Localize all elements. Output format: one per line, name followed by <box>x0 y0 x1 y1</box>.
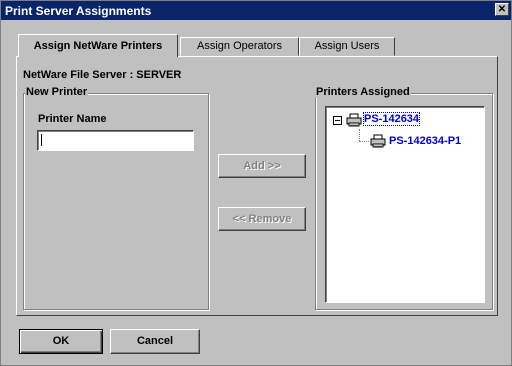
remove-button-label: << Remove <box>232 213 292 225</box>
add-button-label: Add >> <box>243 160 281 172</box>
printer-name-input[interactable] <box>37 130 194 151</box>
cancel-button-label: Cancel <box>136 335 174 347</box>
tab-assign-users[interactable]: Assign Users <box>299 37 395 56</box>
cancel-button[interactable]: Cancel <box>110 329 200 354</box>
remove-button[interactable]: << Remove <box>218 207 306 231</box>
new-printer-group-label: New Printer <box>25 86 89 98</box>
text-caret <box>41 134 42 146</box>
tab-assign-netware-printers[interactable]: Assign NetWare Printers <box>18 34 178 57</box>
printer-icon <box>370 134 386 148</box>
printer-name-label: Printer Name <box>38 113 107 125</box>
title-bar: Print Server Assignments ✕ <box>1 1 511 20</box>
new-printer-group <box>23 93 209 310</box>
server-label: NetWare File Server : SERVER <box>23 69 182 81</box>
ok-button-label: OK <box>52 335 70 347</box>
close-button[interactable]: ✕ <box>495 3 509 16</box>
tree-connector <box>359 141 369 142</box>
printers-assigned-group-label: Printers Assigned <box>315 86 411 98</box>
add-button[interactable]: Add >> <box>218 154 306 178</box>
tree-node-ps-142634[interactable]: PS-142634 <box>362 112 421 126</box>
close-icon: ✕ <box>497 4 507 15</box>
ok-button[interactable]: OK <box>19 329 103 354</box>
collapse-icon[interactable] <box>333 116 342 125</box>
tab-label: Assign Operators <box>197 40 282 52</box>
tree-connector <box>359 129 360 141</box>
printer-server-icon <box>346 113 362 127</box>
tab-assign-operators[interactable]: Assign Operators <box>180 37 299 56</box>
tab-label: Assign NetWare Printers <box>33 40 163 52</box>
print-server-assignments-dialog: Print Server Assignments ✕ Assign NetWar… <box>0 0 512 366</box>
printers-assigned-tree[interactable]: PS-142634 PS-142634-P1 <box>325 106 485 303</box>
tree-node-ps-142634-p1[interactable]: PS-142634-P1 <box>389 135 461 147</box>
window-title: Print Server Assignments <box>5 4 152 18</box>
tab-label: Assign Users <box>314 40 380 52</box>
